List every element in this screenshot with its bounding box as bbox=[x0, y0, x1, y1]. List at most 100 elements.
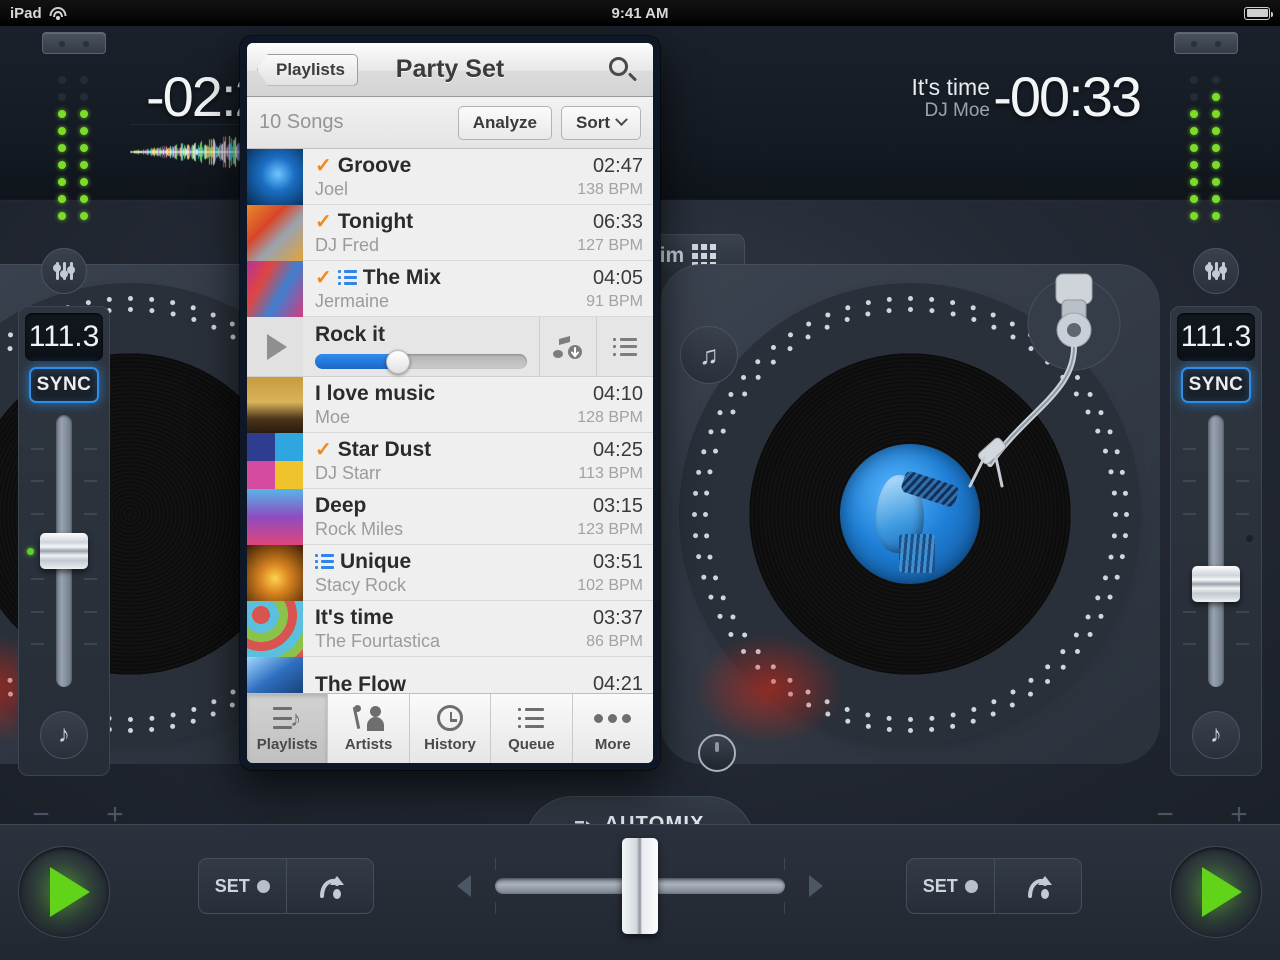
deck-left-bpm-display[interactable]: 111.3 bbox=[25, 313, 103, 361]
song-row[interactable]: I love music Moe 04:10 128 BPM bbox=[247, 377, 653, 433]
tab-artists[interactable]: Artists bbox=[328, 694, 410, 763]
song-title-line: It's time bbox=[315, 606, 578, 630]
song-bpm: 91 BPM bbox=[586, 292, 643, 310]
song-title: It's time bbox=[315, 605, 394, 629]
ios-status-bar: iPad 9:41 AM bbox=[0, 0, 1280, 26]
set-label: SET bbox=[922, 875, 958, 896]
cue-button-left[interactable]: ♪ bbox=[40, 711, 88, 759]
song-list[interactable]: ✓ Groove Joel 02:47 138 BPM ✓ Tonight DJ Fred 06… bbox=[247, 149, 653, 693]
fader-knob-left[interactable] bbox=[40, 533, 88, 569]
cue-set-group-right: SET bbox=[906, 858, 1082, 914]
popover-tabbar: ♪ Playlists Artists History Queue More bbox=[247, 693, 653, 763]
add-track-icon[interactable]: ♫ bbox=[680, 326, 738, 384]
fader-knob-right[interactable] bbox=[1192, 565, 1240, 602]
crossfader-right-arrow-icon[interactable] bbox=[809, 875, 823, 897]
loop-button-right[interactable] bbox=[993, 859, 1082, 913]
song-row[interactable]: Deep Rock Miles 03:15 123 BPM bbox=[247, 489, 653, 545]
song-title: The Flow bbox=[315, 672, 406, 694]
search-icon[interactable] bbox=[609, 56, 638, 83]
tab-playlists[interactable]: ♪ Playlists bbox=[247, 694, 329, 763]
eq-button-right[interactable] bbox=[1193, 248, 1239, 294]
tab-more[interactable]: More bbox=[572, 694, 653, 763]
song-artist: Jermaine bbox=[315, 290, 390, 311]
pitch-fader-left[interactable] bbox=[19, 415, 109, 687]
deck-right-track-meta: It's time DJ Moe bbox=[911, 74, 990, 122]
song-row[interactable]: ✓ The Mix Jermaine 04:05 91 BPM bbox=[247, 261, 653, 317]
tab-history[interactable]: History bbox=[409, 694, 492, 763]
song-artist: Joel bbox=[315, 178, 349, 199]
playlist-popover: Playlists Party Set 10 Songs Analyze Sor… bbox=[240, 36, 660, 770]
pitch-fader-right[interactable] bbox=[1171, 415, 1261, 687]
music-download-icon bbox=[553, 335, 582, 359]
battery-icon bbox=[1244, 6, 1273, 20]
queue-track-button[interactable] bbox=[596, 317, 653, 376]
song-meta: 03:15 123 BPM bbox=[569, 495, 643, 539]
song-row[interactable]: The Flow 04:21 bbox=[247, 657, 653, 693]
song-meta: 03:37 86 BPM bbox=[578, 607, 643, 651]
song-artist: DJ Fred bbox=[315, 234, 380, 255]
deck-right-track-artist: DJ Moe bbox=[924, 100, 990, 122]
song-meta: 04:05 91 BPM bbox=[578, 267, 643, 311]
download-track-button[interactable] bbox=[539, 317, 596, 376]
crossfader-handle[interactable] bbox=[622, 838, 658, 934]
song-bpm: 86 BPM bbox=[586, 632, 643, 650]
platter-knob-right[interactable] bbox=[698, 734, 736, 772]
song-title-line: ✓ Star Dust bbox=[315, 438, 570, 462]
load-progress-bar[interactable] bbox=[315, 349, 527, 374]
song-row-body: ✓ Groove Joel 02:47 138 BPM bbox=[303, 149, 653, 204]
deck-right-bpm-display[interactable]: 111.3 bbox=[1177, 313, 1255, 361]
song-row[interactable]: ✓ Groove Joel 02:47 138 BPM bbox=[247, 149, 653, 205]
play-button-left[interactable] bbox=[18, 846, 110, 938]
deck-right-time[interactable]: -00:33 bbox=[993, 64, 1142, 129]
loop-button-left[interactable] bbox=[285, 859, 374, 913]
play-button-right[interactable] bbox=[1170, 846, 1262, 938]
sync-button-left[interactable]: SYNC bbox=[29, 367, 99, 403]
song-texts: I love music Moe bbox=[315, 382, 569, 428]
song-row[interactable]: ✓ Star Dust DJ Starr 04:25 113 BPM bbox=[247, 433, 653, 489]
song-row[interactable]: Unique Stacy Rock 03:51 102 BPM bbox=[247, 545, 653, 601]
song-row-body: I love music Moe 04:10 128 BPM bbox=[303, 377, 653, 432]
song-count-label: 10 Songs bbox=[259, 111, 344, 133]
pitch-center-led-left bbox=[27, 548, 34, 556]
cue-button-right[interactable]: ♪ bbox=[1192, 711, 1240, 759]
tonearm-icon[interactable] bbox=[956, 272, 1146, 502]
song-row[interactable]: It's time The Fourtastica 03:37 86 BPM bbox=[247, 601, 653, 657]
loop-arrow-icon bbox=[1027, 876, 1052, 899]
preview-play-button[interactable] bbox=[247, 317, 303, 376]
led-column-2 bbox=[1212, 76, 1220, 229]
set-dot-icon bbox=[964, 879, 978, 893]
album-art bbox=[247, 657, 303, 693]
sort-button[interactable]: Sort bbox=[561, 105, 641, 140]
eq-button-left[interactable] bbox=[41, 248, 87, 294]
sync-button-right[interactable]: SYNC bbox=[1181, 367, 1251, 403]
song-title-line: ✓ The Mix bbox=[315, 266, 578, 290]
queue-list-icon bbox=[518, 708, 545, 728]
song-artist: Stacy Rock bbox=[315, 574, 407, 595]
song-artist: The Fourtastica bbox=[315, 630, 441, 651]
tab-label: Playlists bbox=[256, 736, 318, 753]
song-duration: 04:25 bbox=[592, 438, 643, 461]
song-duration: 04:10 bbox=[592, 382, 643, 405]
set-button-left[interactable]: SET bbox=[199, 859, 286, 913]
analyze-label: Analyze bbox=[472, 112, 537, 132]
set-label: SET bbox=[214, 875, 250, 896]
status-right bbox=[1244, 6, 1273, 20]
tab-queue[interactable]: Queue bbox=[491, 694, 573, 763]
crossfader[interactable] bbox=[455, 838, 825, 934]
analyzed-check-icon: ✓ bbox=[315, 438, 332, 461]
transport-bar: SET SET bbox=[0, 824, 1280, 960]
song-meta: 04:21 bbox=[585, 673, 643, 693]
turntable-right[interactable]: ♫ bbox=[660, 264, 1160, 772]
loading-track-row[interactable]: Rock it bbox=[247, 317, 653, 377]
queue-list-icon bbox=[613, 337, 637, 356]
song-title-line: I love music bbox=[315, 382, 569, 406]
crossfader-left-arrow-icon[interactable] bbox=[457, 875, 471, 897]
song-row[interactable]: ✓ Tonight DJ Fred 06:33 127 BPM bbox=[247, 205, 653, 261]
back-button[interactable]: Playlists bbox=[257, 53, 358, 86]
set-button-right[interactable]: SET bbox=[907, 859, 994, 913]
load-progress-handle[interactable] bbox=[385, 349, 410, 374]
song-artist: Rock Miles bbox=[315, 518, 404, 539]
tab-icon bbox=[594, 704, 632, 732]
analyze-button[interactable]: Analyze bbox=[457, 105, 552, 140]
deck-left-controls: 111.3 SYNC ♪ bbox=[18, 306, 110, 776]
